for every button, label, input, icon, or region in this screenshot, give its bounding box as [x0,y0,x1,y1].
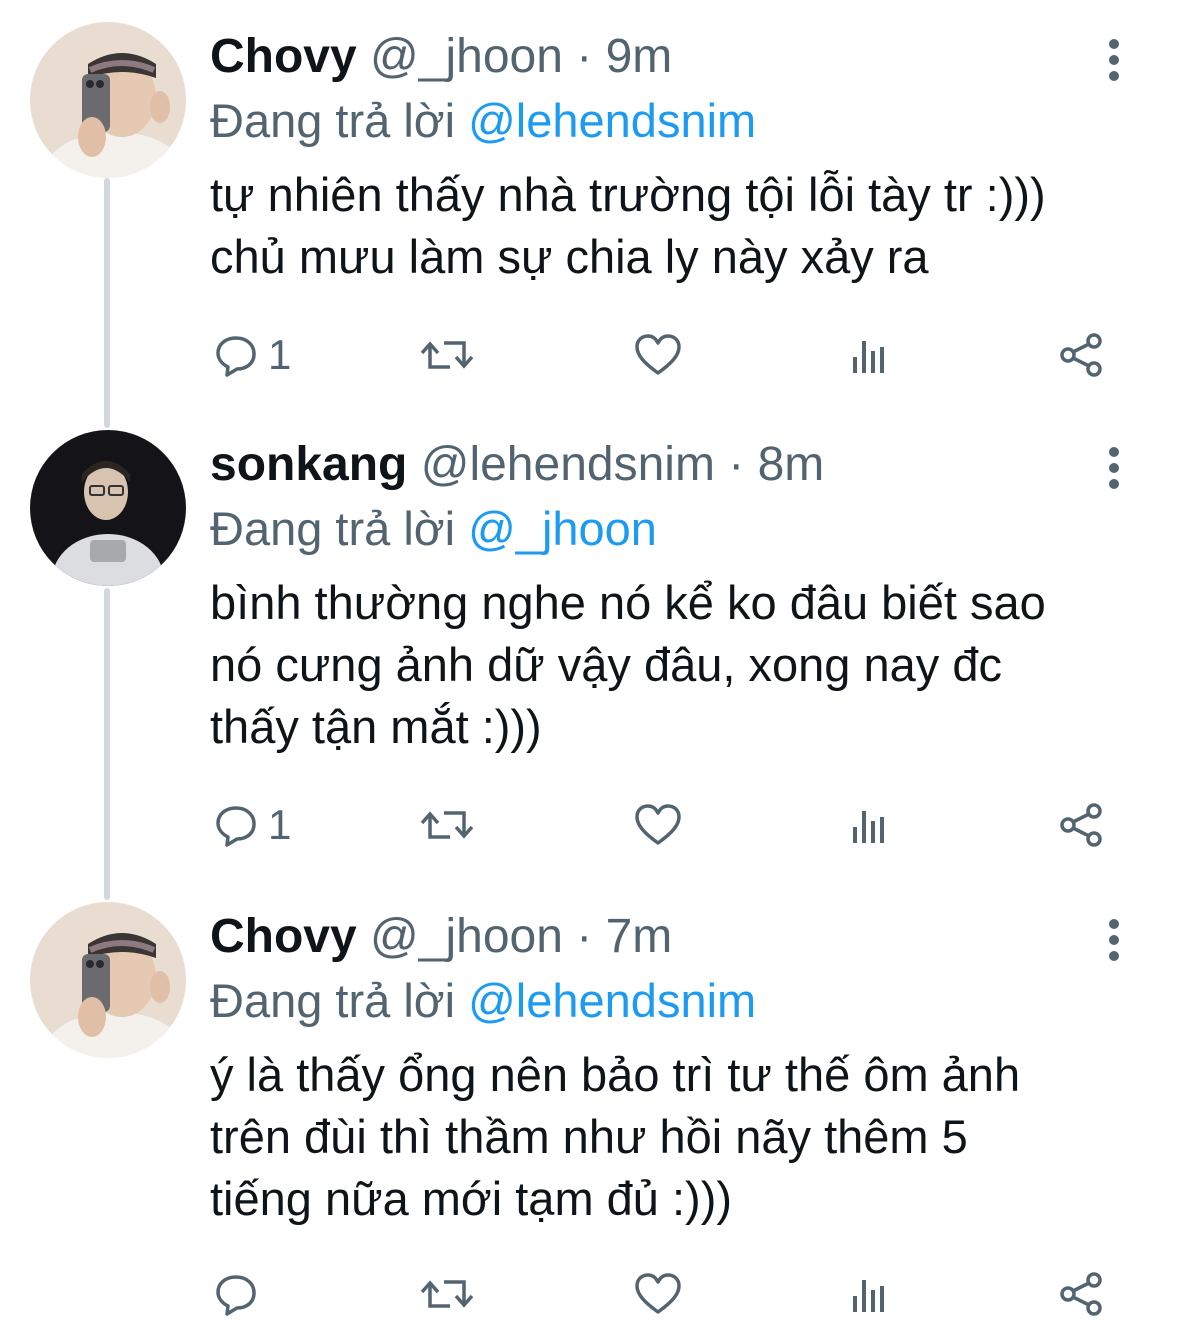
action-bar: 1 [210,795,1110,855]
tweet-text: bình thường nghe nó kể ko đâu biết sao n… [210,572,1150,758]
retweet-button[interactable] [420,795,474,855]
tweet-text-line: thấy tận mắt :))) [210,700,542,753]
reply-count: 1 [268,331,292,378]
display-name[interactable]: sonkang [210,438,407,491]
separator-dot: · [728,438,745,491]
user-handle[interactable]: @_jhoon [370,30,563,83]
timestamp[interactable]: 7m [606,910,673,963]
display-name[interactable]: Chovy [210,30,357,83]
mention-link[interactable]: @_jhoon [468,502,657,555]
reply-bubble-icon [216,336,256,377]
tweet[interactable]: Chovy @_jhoon · 9m Đang trả lời @lehends… [0,22,1179,382]
retweet-button[interactable] [420,1264,474,1324]
replying-prefix: Đang trả lời [210,94,456,147]
mention-link[interactable]: @lehendsnim [468,94,756,147]
retweet-icon [420,341,474,369]
replying-to: Đang trả lời @lehendsnim [210,92,756,150]
reply-button[interactable]: 1 [214,795,291,855]
avatar[interactable] [30,902,186,1058]
separator-dot: · [576,30,593,83]
tweet-text-line: tự nhiên thấy nhà trường tội lỗi tày tr … [210,168,1046,221]
heart-icon [635,1273,681,1314]
share-button[interactable] [1058,325,1104,385]
heart-icon [635,334,681,375]
like-button[interactable] [634,325,682,385]
analytics-icon [853,811,884,843]
tweet-text-line: nó cưng ảnh dữ vậy đâu, xong nay đc [210,638,1002,691]
more-vertical-icon[interactable] [1099,916,1129,964]
avatar[interactable] [30,430,186,586]
separator-dot: · [576,910,593,963]
display-name[interactable]: Chovy [210,910,357,963]
reply-button[interactable]: 1 [214,325,291,385]
timestamp[interactable]: 9m [606,30,673,83]
analytics-icon [853,341,884,373]
like-button[interactable] [634,1264,682,1324]
like-button[interactable] [634,795,682,855]
views-button[interactable] [850,325,890,385]
replying-to: Đang trả lời @lehendsnim [210,972,756,1030]
analytics-icon [853,1280,884,1312]
tweet-text-line: trên đùi thì thầm như hồi nãy thêm 5 [210,1110,968,1163]
retweet-icon [420,811,474,839]
tweet-text-line: tiếng nữa mới tạm đủ :))) [210,1172,733,1225]
tweet-text-line: ý là thấy ổng nên bảo trì tư thế ôm ảnh [210,1048,1021,1101]
views-button[interactable] [850,1264,890,1324]
tweet-text-line: chủ mưu làm sự chia ly này xảy ra [210,230,929,283]
retweet-icon [420,1280,474,1308]
reply-button[interactable] [214,1264,268,1324]
replying-prefix: Đang trả lời [210,502,456,555]
tweet-text: tự nhiên thấy nhà trường tội lỗi tày tr … [210,164,1150,288]
reply-bubble-icon [216,806,256,847]
more-vertical-icon[interactable] [1099,36,1129,84]
avatar[interactable] [30,22,186,178]
views-button[interactable] [850,795,890,855]
action-bar: 1 [210,325,1110,385]
more-vertical-icon[interactable] [1099,444,1129,492]
replying-prefix: Đang trả lời [210,974,456,1027]
share-icon [1060,1272,1102,1316]
heart-icon [635,804,681,845]
share-button[interactable] [1058,795,1104,855]
replying-to: Đang trả lời @_jhoon [210,500,657,558]
tweet[interactable]: Chovy @_jhoon · 7m Đang trả lời @lehends… [0,902,1179,1322]
timestamp[interactable]: 8m [758,438,825,491]
tweet[interactable]: sonkang @lehendsnim · 8m Đang trả lời @_… [0,430,1179,870]
share-button[interactable] [1058,1264,1104,1324]
reply-bubble-icon [216,1275,256,1316]
tweet-text: ý là thấy ổng nên bảo trì tư thế ôm ảnh … [210,1044,1150,1230]
mention-link[interactable]: @lehendsnim [468,974,756,1027]
action-bar [210,1264,1110,1324]
share-icon [1060,803,1102,847]
user-handle[interactable]: @lehendsnim [421,438,715,491]
user-handle[interactable]: @_jhoon [370,910,563,963]
reply-count: 1 [268,801,292,848]
tweet-text-line: bình thường nghe nó kể ko đâu biết sao [210,576,1046,629]
retweet-button[interactable] [420,325,474,385]
share-icon [1060,333,1102,377]
